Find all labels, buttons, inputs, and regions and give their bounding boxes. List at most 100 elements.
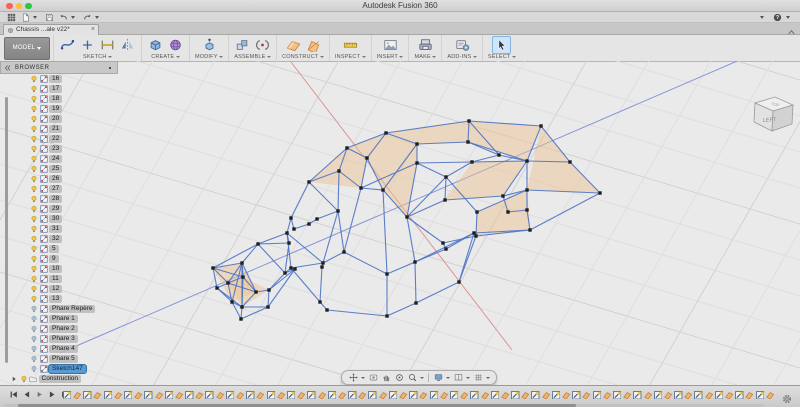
timeline-plane-feature[interactable] xyxy=(93,390,103,401)
browser-item-label[interactable]: 19 xyxy=(49,105,62,114)
sphere-icon[interactable] xyxy=(167,37,184,53)
timeline-sketch-feature[interactable] xyxy=(449,390,459,401)
timeline-sketch-feature[interactable] xyxy=(103,390,113,401)
browser-item[interactable]: Phare 3 xyxy=(0,334,78,344)
undo-icon[interactable] xyxy=(57,12,69,22)
browser-item[interactable]: 18 xyxy=(0,94,62,104)
timeline-plane-feature[interactable] xyxy=(765,390,775,401)
timeline-sketch-feature[interactable] xyxy=(734,390,744,401)
timeline-plane-feature[interactable] xyxy=(439,390,449,401)
display-settings-icon[interactable] xyxy=(433,373,443,383)
timeline-sketch-feature[interactable] xyxy=(592,390,602,401)
browser-item[interactable]: 11 xyxy=(0,274,62,284)
timeline-plane-feature[interactable] xyxy=(459,390,469,401)
timeline-plane-feature[interactable] xyxy=(296,390,306,401)
visibility-bulb-icon[interactable] xyxy=(30,75,38,83)
timeline-sketch-feature[interactable] xyxy=(571,390,581,401)
zoom-icon-caret[interactable] xyxy=(420,377,424,379)
timeline-sketch-feature[interactable] xyxy=(531,390,541,401)
browser-item[interactable]: 27 xyxy=(0,184,62,194)
visibility-bulb-icon[interactable] xyxy=(30,355,38,363)
browser-item-label[interactable]: 5 xyxy=(49,245,59,254)
mirror-icon[interactable] xyxy=(119,37,136,53)
timeline-sketch-feature[interactable] xyxy=(286,390,296,401)
browser-item[interactable]: 17 xyxy=(0,84,62,94)
pan-icon[interactable] xyxy=(348,373,358,383)
browser-item-label[interactable]: 24 xyxy=(49,155,62,164)
account-caret-icon[interactable] xyxy=(760,16,764,19)
browser-header[interactable]: BROWSER xyxy=(0,61,118,74)
timeline-plane-feature[interactable] xyxy=(419,390,429,401)
save-icon[interactable] xyxy=(43,12,55,22)
browser-item[interactable]: 23 xyxy=(0,144,62,154)
dimension-icon[interactable] xyxy=(99,37,116,53)
browser-item-label[interactable]: Phare 1 xyxy=(49,315,78,324)
browser-item-label[interactable]: 11 xyxy=(49,275,62,284)
browser-item-label[interactable]: 23 xyxy=(49,145,62,154)
timeline-sketch-feature[interactable] xyxy=(164,390,174,401)
ribbon-group-label[interactable]: CONSTRUCT xyxy=(282,54,324,60)
timeline-plane-feature[interactable] xyxy=(520,390,530,401)
fit-icon[interactable] xyxy=(368,373,378,383)
browser-item-label[interactable]: 9 xyxy=(49,255,59,264)
timeline-plane-feature[interactable] xyxy=(215,390,225,401)
browser-item-label[interactable]: 31 xyxy=(49,225,62,234)
browser-item-label[interactable]: 18 xyxy=(49,95,62,104)
browser-item-label[interactable]: Phare 4 xyxy=(49,345,78,354)
timeline-sketch-feature[interactable] xyxy=(653,390,663,401)
timeline-sketch-feature[interactable] xyxy=(673,390,683,401)
timeline-sketch-feature[interactable] xyxy=(470,390,480,401)
browser-options-icon[interactable] xyxy=(106,59,114,77)
browser-item[interactable]: Phare Repère xyxy=(0,304,95,314)
browser-item-label[interactable]: 27 xyxy=(49,185,62,194)
visibility-bulb-icon[interactable] xyxy=(30,305,38,313)
visibility-bulb-icon[interactable] xyxy=(30,155,38,163)
timeline-sketch-feature[interactable] xyxy=(144,390,154,401)
timeline-plane-feature[interactable] xyxy=(663,390,673,401)
timeline-plane-feature[interactable] xyxy=(602,390,612,401)
timeline-sketch-feature[interactable] xyxy=(551,390,561,401)
timeline-plane-feature[interactable] xyxy=(643,390,653,401)
timeline-sketch-feature[interactable] xyxy=(307,390,317,401)
browser-item[interactable]: 16 xyxy=(0,74,62,84)
tab-close-icon[interactable]: × xyxy=(91,26,95,34)
timeline-plane-feature[interactable] xyxy=(357,390,367,401)
visibility-bulb-icon[interactable] xyxy=(30,295,38,303)
timeline-plane-feature[interactable] xyxy=(704,390,714,401)
timeline-plane-feature[interactable] xyxy=(256,390,266,401)
visibility-bulb-icon[interactable] xyxy=(30,205,38,213)
timeline-sketch-feature[interactable] xyxy=(714,390,724,401)
browser-item[interactable]: Phare 5 xyxy=(0,354,78,364)
visibility-bulb-icon[interactable] xyxy=(30,135,38,143)
timeline-step-back-button[interactable] xyxy=(22,390,31,399)
timeline-plane-feature[interactable] xyxy=(745,390,755,401)
browser-item-label[interactable]: 32 xyxy=(49,235,62,244)
print-icon[interactable] xyxy=(417,37,434,53)
timeline-plane-feature[interactable] xyxy=(561,390,571,401)
document-tab[interactable]: Chassis ...ale v22* × xyxy=(3,24,99,35)
browser-item[interactable]: 20 xyxy=(0,114,62,124)
browser-item[interactable]: 28 xyxy=(0,194,62,204)
redo-caret-icon[interactable] xyxy=(95,16,99,19)
ribbon-group-label[interactable]: SELECT xyxy=(488,54,516,60)
timeline-sketch-feature[interactable] xyxy=(62,390,72,401)
ribbon-group-label[interactable]: ASSEMBLE xyxy=(234,54,271,60)
browser-item[interactable]: 21 xyxy=(0,124,62,134)
visibility-bulb-icon[interactable] xyxy=(30,255,38,263)
visibility-bulb-icon[interactable] xyxy=(30,275,38,283)
grid-snaps-icon-caret[interactable] xyxy=(486,377,490,379)
timeline-sketch-feature[interactable] xyxy=(205,390,215,401)
visibility-bulb-icon[interactable] xyxy=(30,235,38,243)
browser-item[interactable]: Phare 4 xyxy=(0,344,78,354)
browser-item[interactable]: 22 xyxy=(0,134,62,144)
browser-item[interactable]: 5 xyxy=(0,244,59,254)
browser-item[interactable]: 25 xyxy=(0,164,62,174)
timeline-plane-feature[interactable] xyxy=(72,390,82,401)
browser-item-label[interactable]: Phare 3 xyxy=(49,335,78,344)
timeline-settings-icon[interactable] xyxy=(782,391,792,401)
browser-item-label[interactable]: 12 xyxy=(49,285,62,294)
viewport[interactable]: LEFT TOP xyxy=(0,61,800,385)
plane-angle-icon[interactable] xyxy=(305,37,322,53)
timeline-plane-feature[interactable] xyxy=(378,390,388,401)
ribbon-group-label[interactable]: ADD-INS xyxy=(447,54,477,60)
